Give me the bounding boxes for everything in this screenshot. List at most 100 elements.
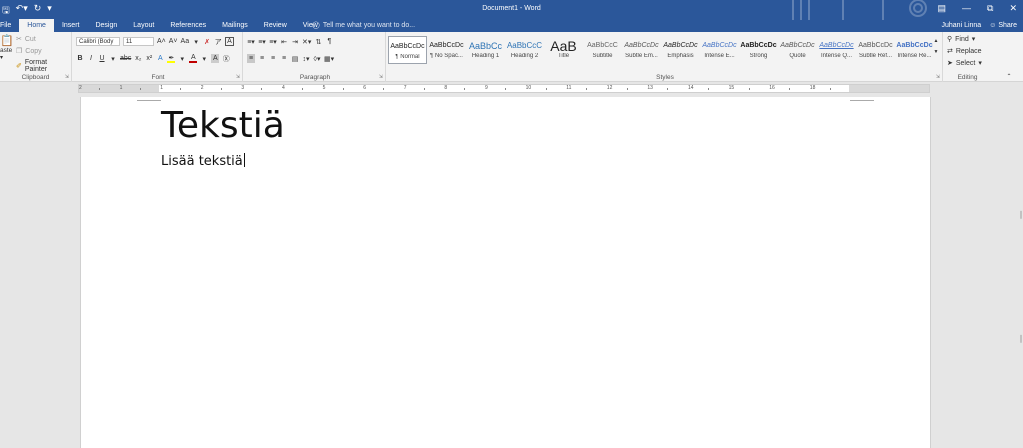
paste-button[interactable]: aste [0, 47, 12, 54]
style-item[interactable]: AaBbCcDc Intense Q... [817, 36, 856, 64]
increase-indent-icon[interactable]: ⇥ [291, 37, 299, 46]
style-item[interactable]: AaBbCcDc Subtle Ref... [856, 36, 895, 64]
ruler-number: 3 [241, 85, 245, 91]
dropdown-icon[interactable]: ▾ [200, 54, 208, 63]
scroll-marker-icon[interactable]: ∣ [1019, 210, 1023, 219]
paste-icon[interactable]: 📋 [0, 35, 14, 47]
align-right-icon[interactable]: ≡ [269, 54, 277, 63]
dropdown-icon[interactable]: ▾ [192, 37, 200, 46]
underline-button[interactable]: U [98, 54, 106, 63]
minimize-icon[interactable]: — [962, 3, 971, 14]
ruler-tick [464, 88, 466, 90]
gallery-up-icon[interactable]: ▲ [932, 36, 940, 45]
style-item[interactable]: AaBbCcDc Intense Re... [895, 36, 934, 64]
document-page[interactable]: Tekstiä Lisää tekstiä [80, 97, 931, 448]
style-item[interactable]: AaBbCcDc ¶ No Spac... [427, 36, 466, 64]
strikethrough-button[interactable]: abc [120, 54, 131, 63]
scroll-marker-icon[interactable]: ∣ [1019, 334, 1023, 343]
tab-insert[interactable]: Insert [54, 19, 88, 32]
gallery-down-icon[interactable]: ▼ [932, 47, 940, 56]
style-item[interactable]: AaBbCcDc Subtle Em... [622, 36, 661, 64]
style-item[interactable]: AaBbCc Heading 1 [466, 36, 505, 64]
find-button[interactable]: ⚲ Find ▾ [947, 35, 975, 44]
font-launcher-icon[interactable]: ⇲ [236, 74, 240, 80]
bold-button[interactable]: B [76, 54, 84, 63]
line-spacing-icon[interactable]: ↕▾ [302, 54, 310, 63]
numbering-icon[interactable]: ≡▾ [258, 37, 266, 46]
style-item[interactable]: AaB Title [544, 36, 583, 64]
user-name[interactable]: Juhani Linna [942, 19, 982, 32]
enclose-char-icon[interactable]: Ⓧ [222, 54, 230, 63]
replace-button[interactable]: ⇄ Replace [947, 47, 982, 56]
bullets-icon[interactable]: ≡▾ [247, 37, 255, 46]
borders-icon[interactable]: ▦▾ [324, 54, 334, 63]
style-preview: AaBbCcDc [896, 42, 933, 49]
style-item[interactable]: AaBbCcDc ¶ Normal [388, 36, 427, 64]
distributed-icon[interactable]: ▤ [291, 54, 299, 63]
dropdown-icon[interactable]: ▾ [109, 54, 117, 63]
show-formatting-icon[interactable]: ¶ [325, 37, 333, 46]
shading-icon[interactable]: ◊▾ [313, 54, 321, 63]
style-name: Intense Re... [897, 53, 932, 59]
sort-icon[interactable]: ⇅ [314, 37, 322, 46]
decrease-indent-icon[interactable]: ⇤ [280, 37, 288, 46]
share-button[interactable]: ☺ Share [989, 19, 1017, 32]
tab-references[interactable]: References [162, 19, 214, 32]
align-left-icon[interactable]: ≡ [247, 54, 255, 63]
clipboard-label: Clipboard [21, 74, 50, 81]
style-item[interactable]: AaBbCcDc Emphasis [661, 36, 700, 64]
font-color-button[interactable]: A [189, 54, 198, 63]
ruler-area: 2 1 1 2 3 4 5 6 7 8 9 10 11 12 13 14 15 16 18 [0, 83, 1023, 95]
tab-mailings[interactable]: Mailings [214, 19, 256, 32]
tab-home[interactable]: Home [19, 19, 54, 32]
style-item[interactable]: AaBbCcDc Intense E... [700, 36, 739, 64]
paste-dropdown-icon[interactable]: ▾ [0, 54, 3, 61]
horizontal-ruler[interactable]: 2 1 1 2 3 4 5 6 7 8 9 10 11 12 13 14 15 16 18 [78, 84, 930, 93]
ribbon-display-icon[interactable]: ▤ [938, 3, 947, 14]
paragraph-group: ≡▾ ≡▾ ≡▾ ⇤ ⇥ ✕▾ ⇅ ¶ ≡ ≡ ≡ ≡ ▤ ↕▾ ◊▾ ▦▾ P… [245, 32, 386, 82]
char-shading-button[interactable]: A [211, 54, 220, 63]
dropdown-icon[interactable]: ▾ [178, 54, 186, 63]
paragraph-launcher-icon[interactable]: ⇲ [379, 74, 383, 80]
change-case-button[interactable]: Aa [181, 37, 190, 46]
shrink-font-button[interactable]: A˅ [169, 37, 178, 46]
font-size-box[interactable]: 11 [123, 37, 154, 46]
close-icon[interactable]: ✕ [1009, 3, 1017, 14]
ruler-number: 2 [200, 85, 204, 91]
tab-layout[interactable]: Layout [125, 19, 162, 32]
clear-formatting-icon[interactable]: ✗ [203, 37, 211, 46]
style-name: Intense Q... [820, 53, 853, 59]
styles-launcher-icon[interactable]: ⇲ [936, 74, 940, 80]
ruler-tick [626, 88, 628, 90]
collapse-ribbon-icon[interactable]: ⌃ [1005, 72, 1013, 81]
phonetic-guide-icon[interactable]: ア [214, 37, 222, 46]
style-item[interactable]: AaBbCcDc Strong [739, 36, 778, 64]
align-center-icon[interactable]: ≡ [258, 54, 266, 63]
justify-icon[interactable]: ≡ [280, 54, 288, 63]
tab-file[interactable]: File [0, 19, 19, 32]
grow-font-button[interactable]: A˄ [157, 37, 166, 46]
style-item[interactable]: AaBbCcC Subtitle [583, 36, 622, 64]
superscript-button[interactable]: x² [145, 54, 153, 63]
tab-design[interactable]: Design [87, 19, 125, 32]
select-button[interactable]: ➤ Select ▾ [947, 59, 982, 68]
subscript-button[interactable]: x₂ [134, 54, 142, 63]
text-effects-button[interactable]: A [156, 54, 164, 63]
highlight-icon[interactable]: ✒ [167, 54, 176, 63]
tell-me-search[interactable]: ◯ Tell me what you want to do... [312, 19, 415, 32]
style-item[interactable]: AaBbCcDc Quote [778, 36, 817, 64]
restore-icon[interactable]: ⧉ [987, 3, 993, 14]
clipboard-launcher-icon[interactable]: ⇲ [65, 74, 69, 80]
document-body-line[interactable]: Lisää tekstiä [161, 153, 245, 169]
font-name-box[interactable]: Calibri (Body [76, 37, 120, 46]
multilevel-list-icon[interactable]: ≡▾ [269, 37, 277, 46]
document-heading[interactable]: Tekstiä [161, 105, 285, 146]
italic-button[interactable]: I [87, 54, 95, 63]
cut-button[interactable]: ✂ Cut [16, 35, 36, 44]
tab-review[interactable]: Review [256, 19, 295, 32]
style-item[interactable]: AaBbCcC Heading 2 [505, 36, 544, 64]
copy-button[interactable]: ❐ Copy [16, 47, 42, 56]
format-painter-button[interactable]: ✐ Format Painter [16, 59, 71, 73]
asian-layout-icon[interactable]: ✕▾ [302, 37, 311, 46]
char-border-icon[interactable]: A [225, 37, 234, 46]
